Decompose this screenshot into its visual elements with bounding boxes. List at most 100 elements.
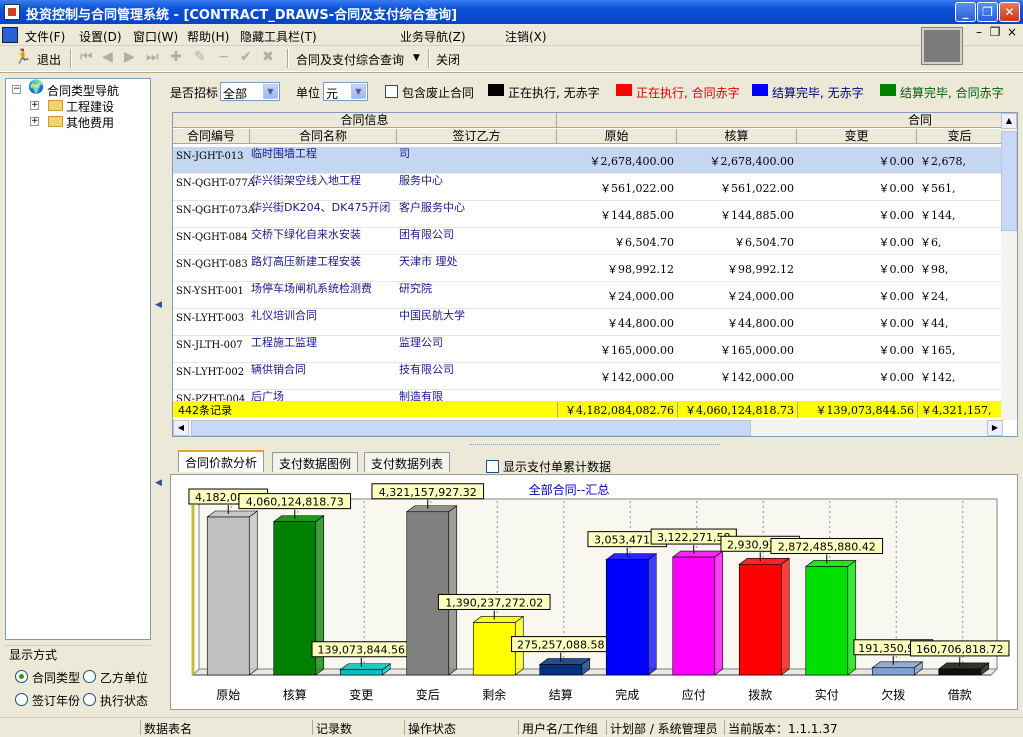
cumulative-checkbox[interactable] [486, 460, 499, 473]
last-record-icon[interactable]: ⏭ [146, 49, 159, 65]
add-record-icon[interactable]: ✚ [170, 49, 182, 65]
include-void-label[interactable]: 包含废止合同 [402, 84, 474, 101]
tree-expand-icon[interactable]: + [30, 101, 39, 110]
radio-contract-type[interactable] [15, 670, 28, 683]
post-record-icon[interactable]: ✔ [240, 49, 252, 65]
exit-button[interactable]: 退出 [37, 51, 61, 68]
minimize-button[interactable]: _ [955, 2, 976, 22]
tab-payment-list[interactable]: 支付数据列表 [364, 452, 451, 472]
cumulative-label[interactable]: 显示支付单累计数据 [503, 458, 611, 475]
tree-collapse-icon[interactable]: − [12, 85, 21, 94]
radio-label-sign-year[interactable]: 签订年份 [32, 692, 80, 709]
scroll-thumb[interactable] [1001, 131, 1017, 231]
mdi-restore-icon[interactable]: ❐ [987, 25, 1003, 41]
query-window-button[interactable]: 合同及支付综合查询 [296, 51, 404, 68]
table-row[interactable]: SN-JGHT-013 临时围墙工程司 ￥2,678,400.00 ￥2,678,40… [173, 147, 1003, 174]
scroll-left-icon[interactable]: ◀ [173, 420, 189, 436]
col-header-original[interactable]: 原始 [557, 129, 677, 144]
contract-name: 辆供销合同 [251, 363, 306, 376]
status-bar: 数据表名 记录数 操作状态 用户名/工作组 计划部 / 系统管理员 当前版本：1… [0, 717, 1023, 736]
table-row[interactable]: SN-JLTH-007 工程施工监理 监理公司 ￥165,000.00 ￥165,000… [173, 336, 1003, 363]
tree-item-construction[interactable]: 工程建设 [66, 98, 114, 115]
table-row[interactable]: SN-LYHT-003 礼仪培训合同 中国民航大学 ￥44,800.00 ￥44,800… [173, 309, 1003, 336]
mdi-minimize-icon[interactable]: – [971, 25, 987, 41]
document-icon[interactable] [2, 27, 18, 43]
col-header-after[interactable]: 变后 [917, 129, 1003, 144]
menu-help[interactable]: 帮助(H) [187, 28, 229, 45]
cancel-record-icon[interactable]: ✖ [262, 49, 274, 65]
col-header-change[interactable]: 变更 [797, 129, 917, 144]
table-row[interactable]: SN-YSHT-001 场停车场闸机系统检测费 研究院 ￥24,000.00 ￥24,0… [173, 282, 1003, 309]
folder-icon [48, 116, 63, 127]
window-title: 投资控制与合同管理系统 - [CONTRACT_DRAWS-合同及支付综合查询] [26, 8, 458, 23]
tree-root[interactable]: 合同类型导航 [47, 82, 119, 99]
data-label: 4,060,124,818.73 [246, 496, 344, 509]
bar [206, 516, 250, 676]
bid-select[interactable]: 全部 ▼ [220, 82, 280, 101]
table-row[interactable]: SN-QGHT-083 路灯高压新建工程安装 天津市 理处 ￥98,992.12 ￥98… [173, 255, 1003, 282]
prev-record-icon[interactable]: ◀ [102, 49, 113, 65]
tab-payment-chart[interactable]: 支付数据图例 [272, 452, 359, 472]
radio-label-exec-status[interactable]: 执行状态 [100, 692, 148, 709]
radio-exec-status[interactable] [83, 693, 96, 706]
chevron-down-icon[interactable]: ▼ [413, 53, 420, 63]
grid-vertical-scrollbar[interactable]: ▲ [1001, 113, 1017, 420]
close-tab-button[interactable]: 关闭 [436, 51, 460, 68]
tree-item-other-fees[interactable]: 其他费用 [66, 114, 114, 131]
menu-settings[interactable]: 设置(D) [79, 28, 122, 45]
col-header-name[interactable]: 合同名称 [250, 129, 397, 144]
scroll-thumb[interactable] [191, 420, 751, 436]
party-b: 司 [399, 147, 410, 160]
radio-party-b[interactable] [83, 670, 96, 683]
scroll-right-icon[interactable]: ▶ [987, 420, 1003, 436]
table-row[interactable]: SN-QGHT-073A 华兴街DK204、DK475开闭 客户服务中心 ￥144,8… [173, 201, 1003, 228]
mdi-close-icon[interactable]: × [1004, 25, 1020, 41]
party-b: 客户服务中心 [399, 201, 465, 214]
first-record-icon[interactable]: ⏮ [80, 49, 93, 65]
x-tick-label: 欠拨 [881, 687, 905, 702]
menu-file[interactable]: 文件(F) [25, 28, 65, 45]
radio-label-contract-type[interactable]: 合同类型 [32, 669, 80, 686]
scroll-up-icon[interactable]: ▲ [1001, 113, 1017, 129]
col-header-party[interactable]: 签订乙方 [397, 129, 557, 144]
next-record-icon[interactable]: ▶ [124, 49, 135, 65]
table-row[interactable]: SN-QGHT-077A 华兴街架空线入地工程 服务中心 ￥561,022.00 ￥56… [173, 174, 1003, 201]
party-b: 团有限公司 [399, 228, 454, 241]
tree-expand-icon[interactable]: + [30, 117, 39, 126]
party-b: 中国民航大学 [399, 309, 465, 322]
bar-top [405, 505, 458, 513]
col-header-audit[interactable]: 核算 [677, 129, 797, 144]
maximize-button[interactable]: ❐ [977, 2, 998, 22]
tab-price-analysis[interactable]: 合同价款分析 [178, 450, 265, 472]
table-row[interactable]: SN-QGHT-084 交桥下绿化自来水安装 团有限公司 ￥6,504.70 ￥6,50… [173, 228, 1003, 255]
table-row[interactable]: SN-LYHT-002 辆供销合同 技有限公司 ￥142,000.00 ￥142,000… [173, 363, 1003, 390]
contract-name: 场停车场闸机系统检测费 [251, 282, 372, 295]
exit-run-icon: 🏃 [14, 49, 32, 65]
horizontal-splitter[interactable] [470, 444, 720, 450]
collapse-left-icon[interactable]: ◀ [155, 300, 162, 314]
menu-window[interactable]: 窗口(W) [133, 28, 178, 45]
delete-record-icon[interactable]: − [218, 49, 230, 65]
contract-grid[interactable]: 合同信息 合同 合同编号 合同名称 签订乙方 原始 核算 变更 变后 SN-JG… [172, 112, 1018, 437]
chevron-down-icon[interactable]: ▼ [351, 84, 366, 99]
menu-logout[interactable]: 注销(X) [505, 28, 547, 45]
bar [472, 622, 516, 676]
chevron-down-icon[interactable]: ▼ [263, 84, 278, 99]
include-void-checkbox[interactable] [385, 85, 398, 98]
title-bar[interactable]: 投资控制与合同管理系统 - [CONTRACT_DRAWS-合同及支付综合查询]… [0, 0, 1023, 24]
vertical-splitter[interactable]: ◀ ◀ [154, 78, 164, 708]
close-window-button[interactable]: ✕ [999, 2, 1020, 22]
display-mode-label: 显示方式 [9, 648, 58, 662]
menu-hide-toolbar[interactable]: 隐藏工具栏(T) [240, 28, 317, 45]
unit-select[interactable]: 元 ▼ [323, 82, 368, 101]
grid-horizontal-scrollbar[interactable]: ◀ ▶ [173, 420, 1003, 436]
col-header-code[interactable]: 合同编号 [173, 129, 250, 144]
contract-name: 礼仪培训合同 [251, 309, 317, 322]
bar [605, 559, 649, 676]
radio-sign-year[interactable] [15, 693, 28, 706]
radio-label-party-b[interactable]: 乙方单位 [100, 669, 148, 686]
edit-record-icon[interactable]: ✎ [194, 49, 206, 65]
collapse-left-icon[interactable]: ◀ [155, 478, 162, 492]
data-label: 4,321,157,927.32 [379, 486, 477, 499]
menu-business-nav[interactable]: 业务导航(Z) [400, 28, 466, 45]
